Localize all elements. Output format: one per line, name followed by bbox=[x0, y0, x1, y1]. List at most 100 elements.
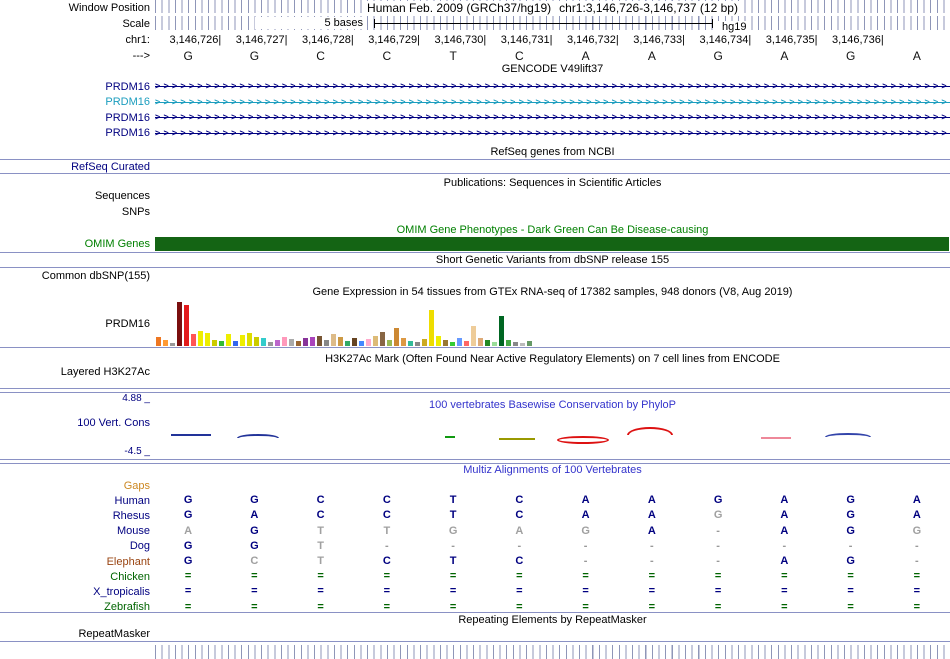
expression-bar[interactable] bbox=[359, 341, 364, 346]
species-label[interactable]: Rhesus bbox=[0, 510, 150, 522]
gtex-bar-chart[interactable] bbox=[156, 300, 536, 346]
expression-bar[interactable] bbox=[373, 336, 378, 346]
position-labels-row[interactable]: 3,146,726|3,146,727|3,146,728|3,146,729|… bbox=[155, 34, 950, 48]
expression-bar[interactable] bbox=[401, 338, 406, 346]
gencode-transcript-row[interactable]: PRDM16>>>>>>>>>>>>>>>>>>>>>>>>>>>>>>>>>>… bbox=[0, 95, 950, 111]
expression-bar[interactable] bbox=[296, 341, 301, 346]
expression-bar[interactable] bbox=[289, 339, 294, 346]
species-label[interactable]: Elephant bbox=[0, 556, 150, 568]
expression-bar[interactable] bbox=[499, 316, 504, 346]
gtex-gene-label[interactable]: PRDM16 bbox=[0, 318, 150, 330]
expression-bar[interactable] bbox=[198, 331, 203, 346]
expression-bar[interactable] bbox=[450, 342, 455, 346]
expression-bar[interactable] bbox=[485, 340, 490, 346]
expression-bar[interactable] bbox=[282, 337, 287, 346]
expression-bar[interactable] bbox=[478, 338, 483, 346]
expression-bar[interactable] bbox=[247, 333, 252, 346]
multiz-row[interactable]: DogGGT--------- bbox=[0, 539, 950, 554]
species-label[interactable]: Dog bbox=[0, 540, 150, 552]
expression-bar[interactable] bbox=[219, 341, 224, 346]
repeatmasker-track-label[interactable]: RepeatMasker bbox=[0, 628, 150, 640]
expression-bar[interactable] bbox=[366, 339, 371, 346]
expression-bar[interactable] bbox=[338, 337, 343, 346]
multiz-row[interactable]: Gaps bbox=[0, 478, 950, 493]
gencode-transcript-row[interactable]: PRDM16>>>>>>>>>>>>>>>>>>>>>>>>>>>>>>>>>>… bbox=[0, 79, 950, 95]
expression-bar[interactable] bbox=[191, 334, 196, 346]
alignment-base: = bbox=[884, 584, 950, 599]
snps-track-label[interactable]: SNPs bbox=[0, 206, 150, 218]
expression-bar[interactable] bbox=[226, 334, 231, 346]
omim-gene-bar[interactable] bbox=[155, 237, 949, 251]
multiz-row[interactable]: Chicken============ bbox=[0, 569, 950, 584]
expression-bar[interactable] bbox=[324, 340, 329, 346]
expression-bar[interactable] bbox=[464, 341, 469, 346]
expression-bar[interactable] bbox=[156, 337, 161, 346]
expression-bar[interactable] bbox=[212, 340, 217, 346]
species-label[interactable]: Human bbox=[0, 495, 150, 507]
expression-bar[interactable] bbox=[233, 341, 238, 346]
multiz-row[interactable]: MouseAGTTGAGA-AGG bbox=[0, 524, 950, 539]
gencode-transcript-row[interactable]: PRDM16>>>>>>>>>>>>>>>>>>>>>>>>>>>>>>>>>>… bbox=[0, 110, 950, 126]
dbsnp-track-label[interactable]: Common dbSNP(155) bbox=[0, 270, 150, 282]
window-position-label: Window Position bbox=[0, 2, 150, 14]
h3k27ac-track-label[interactable]: Layered H3K27Ac bbox=[0, 366, 150, 378]
alignment-base: = bbox=[619, 569, 685, 584]
refseq-curated-label[interactable]: RefSeq Curated bbox=[0, 161, 150, 173]
expression-bar[interactable] bbox=[205, 333, 210, 346]
expression-bar[interactable] bbox=[471, 326, 476, 346]
expression-bar[interactable] bbox=[317, 336, 322, 346]
expression-bar[interactable] bbox=[408, 341, 413, 346]
expression-bar[interactable] bbox=[352, 338, 357, 346]
expression-bar[interactable] bbox=[170, 343, 175, 346]
expression-bar[interactable] bbox=[527, 341, 532, 346]
gencode-track-label[interactable]: PRDM16 bbox=[0, 81, 150, 93]
alignment-base: G bbox=[818, 493, 884, 508]
omim-genes-label[interactable]: OMIM Genes bbox=[0, 238, 150, 250]
expression-bar[interactable] bbox=[436, 336, 441, 346]
expression-bar[interactable] bbox=[261, 338, 266, 346]
sequences-track-label[interactable]: Sequences bbox=[0, 190, 150, 202]
expression-bar[interactable] bbox=[240, 335, 245, 346]
expression-bar[interactable] bbox=[520, 343, 525, 346]
multiz-row[interactable]: X_tropicalis============ bbox=[0, 584, 950, 599]
species-label[interactable]: X_tropicalis bbox=[0, 586, 150, 598]
ruler-minor-ticks-bottom[interactable] bbox=[155, 645, 950, 659]
gencode-transcript-row[interactable]: PRDM16>>>>>>>>>>>>>>>>>>>>>>>>>>>>>>>>>>… bbox=[0, 126, 950, 142]
expression-bar[interactable] bbox=[184, 305, 189, 346]
gencode-track-label[interactable]: PRDM16 bbox=[0, 112, 150, 124]
conservation-track-label[interactable]: 100 Vert. Cons bbox=[0, 417, 150, 429]
alignment-base: G bbox=[685, 493, 751, 508]
expression-bar[interactable] bbox=[422, 339, 427, 346]
expression-bar[interactable] bbox=[387, 340, 392, 346]
gencode-track-label[interactable]: PRDM16 bbox=[0, 96, 150, 108]
alignment-base: - bbox=[553, 554, 619, 569]
multiz-row[interactable]: ElephantGCTCTC---AG- bbox=[0, 554, 950, 569]
expression-bar[interactable] bbox=[443, 340, 448, 346]
multiz-row[interactable]: HumanGGCCTCAAGAGA bbox=[0, 493, 950, 508]
expression-bar[interactable] bbox=[163, 340, 168, 346]
alignment-base: = bbox=[155, 569, 221, 584]
expression-bar[interactable] bbox=[429, 310, 434, 346]
expression-bar[interactable] bbox=[303, 338, 308, 346]
expression-bar[interactable] bbox=[275, 340, 280, 346]
expression-bar[interactable] bbox=[415, 342, 420, 346]
gencode-track-label[interactable]: PRDM16 bbox=[0, 127, 150, 139]
expression-bar[interactable] bbox=[345, 341, 350, 346]
expression-bar[interactable] bbox=[394, 328, 399, 346]
expression-bar[interactable] bbox=[492, 342, 497, 346]
expression-bar[interactable] bbox=[268, 342, 273, 346]
expression-bar[interactable] bbox=[380, 332, 385, 346]
expression-bar[interactable] bbox=[331, 334, 336, 346]
multiz-row[interactable]: RhesusGACCTCAAGAGA bbox=[0, 508, 950, 523]
expression-bar[interactable] bbox=[457, 338, 462, 346]
expression-bar[interactable] bbox=[177, 302, 182, 346]
expression-bar[interactable] bbox=[310, 337, 315, 346]
expression-bar[interactable] bbox=[506, 340, 511, 346]
species-label[interactable]: Chicken bbox=[0, 571, 150, 583]
expression-bar[interactable] bbox=[254, 337, 259, 346]
conservation-track[interactable] bbox=[155, 410, 950, 458]
alignment-base: = bbox=[751, 584, 817, 599]
species-label[interactable]: Gaps bbox=[0, 480, 150, 492]
species-label[interactable]: Mouse bbox=[0, 525, 150, 537]
expression-bar[interactable] bbox=[513, 342, 518, 346]
